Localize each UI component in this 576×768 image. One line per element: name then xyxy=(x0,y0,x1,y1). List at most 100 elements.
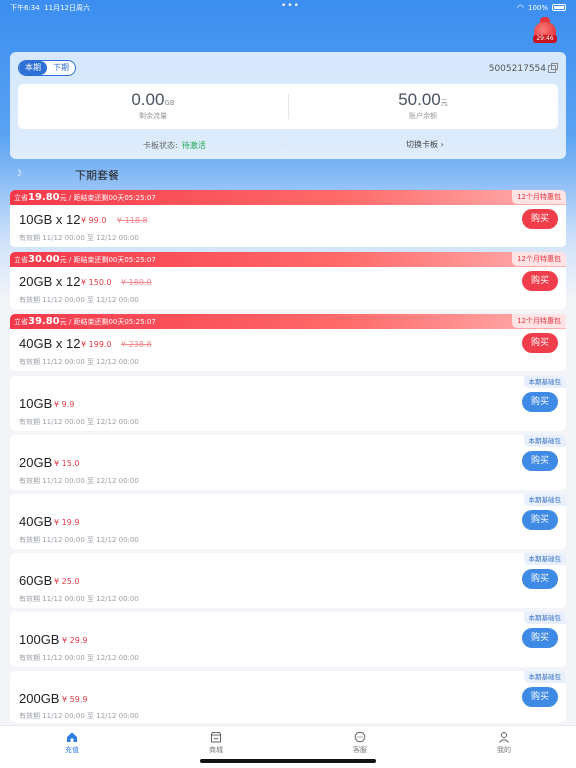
package-price: ¥ 25.0 xyxy=(54,577,80,586)
copy-icon[interactable] xyxy=(548,63,558,73)
package-old-price: ¥ 118.8 xyxy=(117,216,148,225)
package-validity: 有效期 11/12 00:00 至 12/12 00:00 xyxy=(19,477,139,485)
promo-package-card: 立省30.00元 / 距结束还剩00天05:25:07 12个月特惠包 20GB… xyxy=(10,252,566,309)
tab-store[interactable]: 商城 xyxy=(186,731,246,755)
package-old-price: ¥ 180.0 xyxy=(121,278,152,287)
tab-mine[interactable]: 我的 xyxy=(474,731,534,755)
package-price: ¥ 19.9 xyxy=(54,518,80,527)
base-tag: 本期基础包 xyxy=(523,612,566,624)
buy-button[interactable]: 购买 xyxy=(522,271,558,291)
status-time: 下午6:34 11月12日周六 xyxy=(10,4,91,12)
tab-label: 客服 xyxy=(353,746,367,754)
promo-save-amount: 39.80 xyxy=(28,316,60,327)
store-icon xyxy=(210,732,222,743)
promo-tag: 12个月特惠包 xyxy=(512,252,566,266)
red-packet-bag-icon[interactable]: 29:46 xyxy=(532,16,558,44)
status-right: ◠ 100% xyxy=(517,3,566,12)
package-name: 200GB xyxy=(19,691,60,706)
moon-icon: ☽ xyxy=(14,169,23,179)
period-toggle[interactable]: 本期 下期 xyxy=(18,60,76,76)
tab-service[interactable]: 客服 xyxy=(330,731,390,755)
footer-divider xyxy=(287,138,288,150)
status-bar: 下午6:34 11月12日周六 ••• ◠ 100% xyxy=(0,0,576,14)
battery-percent: 100% xyxy=(527,3,548,12)
buy-button[interactable]: 购买 xyxy=(522,687,558,707)
promo-package-card: 立省39.80元 / 距结束还剩00天05:25:07 12个月特惠包 40GB… xyxy=(10,314,566,371)
package-name: 40GB xyxy=(19,514,53,529)
package-name: 100GB xyxy=(19,632,60,647)
package-old-price: ¥ 238.8 xyxy=(121,340,152,349)
balance-label: 账户余额 xyxy=(409,112,437,120)
package-name: 60GB xyxy=(19,573,53,588)
switch-card-link[interactable]: 切换卡板 › xyxy=(406,139,444,150)
tab-current-period[interactable]: 本期 xyxy=(19,61,47,75)
base-tag: 本期基础包 xyxy=(523,494,566,506)
tab-recharge[interactable]: 充值 xyxy=(42,731,102,755)
multitask-dots[interactable]: ••• xyxy=(281,1,300,11)
package-validity: 有效期 11/12 00:00 至 12/12 00:00 xyxy=(19,536,139,544)
base-package-card: 本期基础包 200GB ¥ 59.9 有效期 11/12 00:00 至 12/… xyxy=(10,671,566,723)
base-tag: 本期基础包 xyxy=(523,671,566,683)
base-tag: 本期基础包 xyxy=(523,435,566,447)
package-validity: 有效期 11/12 00:00 至 12/12 00:00 xyxy=(19,418,139,426)
promo-bar: 立省19.80元 / 距结束还剩00天05:25:07 xyxy=(10,190,566,205)
base-package-card: 本期基础包 40GB ¥ 19.9 有效期 11/12 00:00 至 12/1… xyxy=(10,494,566,549)
promo-save-amount: 19.80 xyxy=(28,192,60,203)
remaining-flow-unit: GB xyxy=(164,99,175,107)
tab-next-period[interactable]: 下期 xyxy=(47,61,75,75)
package-price: ¥ 15.0 xyxy=(54,459,80,468)
card-state: 卡板状态: 待激活 xyxy=(143,141,206,150)
promo-bar: 立省30.00元 / 距结束还剩00天05:25:07 xyxy=(10,252,566,267)
base-package-card: 本期基础包 20GB ¥ 15.0 有效期 11/12 00:00 至 12/1… xyxy=(10,435,566,490)
package-price: ¥ 199.0 xyxy=(81,340,112,349)
promo-save-amount: 30.00 xyxy=(28,254,60,265)
base-package-card: 本期基础包 100GB ¥ 29.9 有效期 11/12 00:00 至 12/… xyxy=(10,612,566,667)
home-icon xyxy=(67,732,77,742)
package-name: 40GB x 12 xyxy=(19,336,81,351)
package-price: ¥ 9.9 xyxy=(54,400,75,409)
package-price: ¥ 99.0 xyxy=(81,216,107,225)
buy-button[interactable]: 购买 xyxy=(522,451,558,471)
package-price: ¥ 59.9 xyxy=(62,695,88,704)
base-package-card: 本期基础包 60GB ¥ 25.0 有效期 11/12 00:00 至 12/1… xyxy=(10,553,566,608)
battery-icon xyxy=(552,4,566,11)
promo-tag: 12个月特惠包 xyxy=(512,190,566,204)
buy-button[interactable]: 购买 xyxy=(522,209,558,229)
buy-button[interactable]: 购买 xyxy=(522,392,558,412)
package-name: 10GB xyxy=(19,396,53,411)
package-name: 20GB x 12 xyxy=(19,274,81,289)
package-validity: 有效期 11/12 00:00 至 12/12 00:00 xyxy=(19,234,139,242)
buy-button[interactable]: 购买 xyxy=(522,628,558,648)
package-validity: 有效期 11/12 00:00 至 12/12 00:00 xyxy=(19,296,139,304)
remaining-flow-value: 0.00 xyxy=(131,90,165,109)
buy-button[interactable]: 购买 xyxy=(522,510,558,530)
section-title: 下期套餐 xyxy=(75,169,119,182)
tab-label: 我的 xyxy=(497,746,511,754)
buy-button[interactable]: 购买 xyxy=(522,569,558,589)
balance-unit: 元 xyxy=(440,99,448,107)
base-tag: 本期基础包 xyxy=(523,553,566,565)
remaining-flow-label: 剩余流量 xyxy=(139,112,167,120)
remaining-flow: 0.00GB 剩余流量 xyxy=(18,90,288,121)
base-tag: 本期基础包 xyxy=(523,376,566,388)
user-icon xyxy=(499,732,509,743)
package-validity: 有效期 11/12 00:00 至 12/12 00:00 xyxy=(19,358,139,366)
package-price: ¥ 29.9 xyxy=(62,636,88,645)
promo-package-card: 立省19.80元 / 距结束还剩00天05:25:07 12个月特惠包 10GB… xyxy=(10,190,566,247)
balance-value: 50.00 xyxy=(398,90,441,109)
buy-button[interactable]: 购买 xyxy=(522,333,558,353)
account-card: 本期 下期 5005217554 0.00GB 剩余流量 50.00元 账户余额… xyxy=(10,52,566,159)
package-validity: 有效期 11/12 00:00 至 12/12 00:00 xyxy=(19,595,139,603)
wifi-icon: ◠ xyxy=(517,3,524,12)
package-price: ¥ 150.0 xyxy=(81,278,112,287)
card-state-value: 待激活 xyxy=(181,141,206,150)
package-name: 10GB x 12 xyxy=(19,212,81,227)
card-number[interactable]: 5005217554 xyxy=(489,63,558,74)
bag-timer: 29:46 xyxy=(533,35,557,43)
home-indicator xyxy=(200,759,376,763)
base-package-card: 本期基础包 10GB ¥ 9.9 有效期 11/12 00:00 至 12/12… xyxy=(10,376,566,431)
promo-tag: 12个月特惠包 xyxy=(512,314,566,328)
tab-label: 充值 xyxy=(65,746,79,754)
tab-label: 商城 xyxy=(209,746,223,754)
account-balance: 50.00元 账户余额 xyxy=(288,90,558,121)
